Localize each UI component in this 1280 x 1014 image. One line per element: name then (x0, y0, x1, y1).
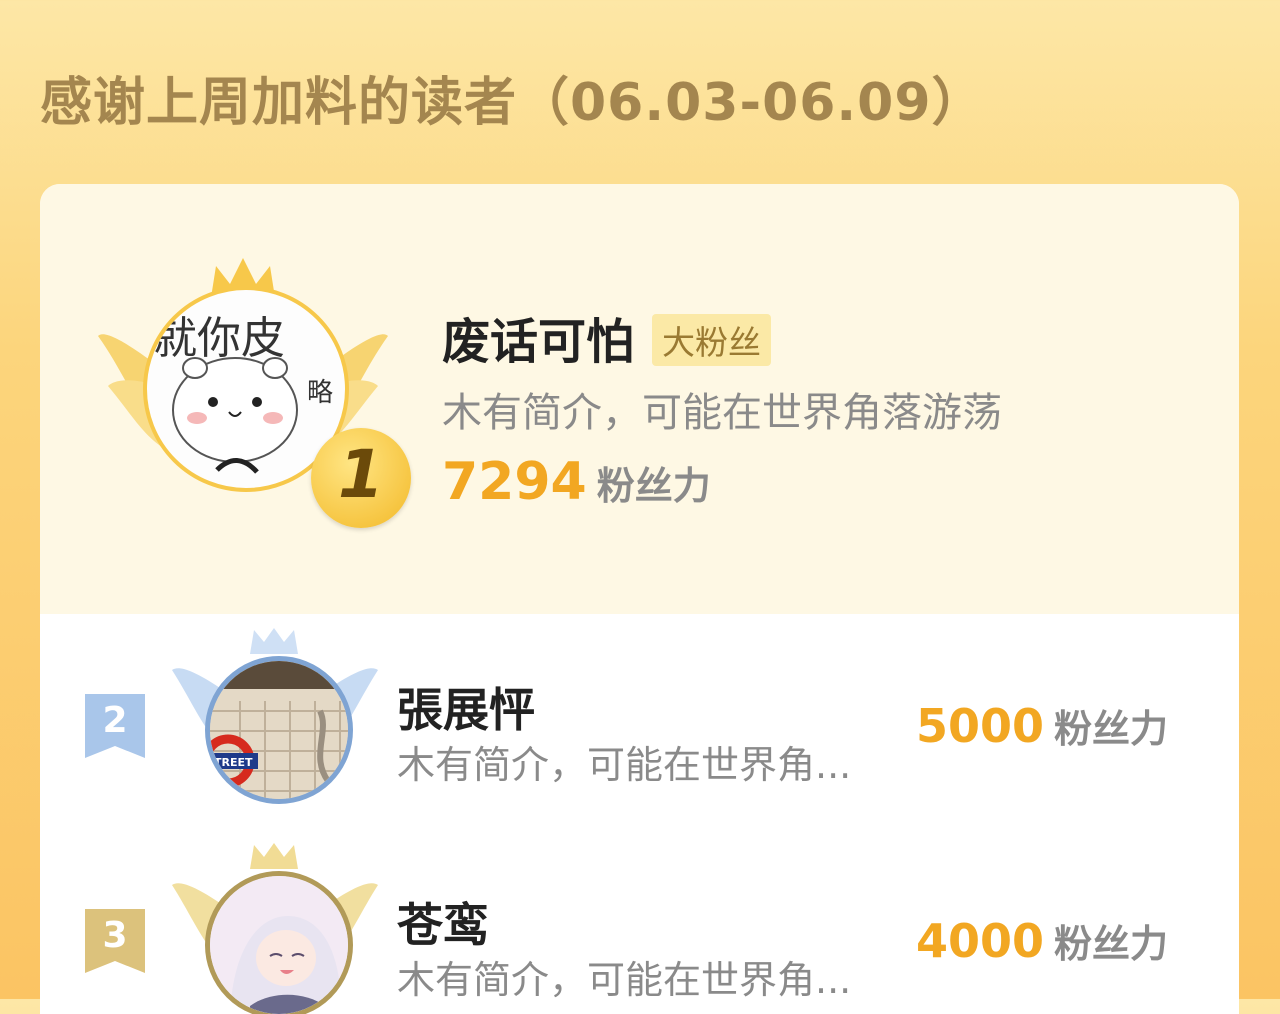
fan-score: 5000 粉丝力 (916, 698, 1168, 753)
page-title: 感谢上周加料的读者（06.03-06.09） (40, 73, 985, 133)
fan-score-unit: 粉丝力 (1054, 707, 1169, 751)
avatar-side-caption: 略 (307, 378, 334, 408)
subway-sign-text: TREET (214, 756, 253, 769)
list-item[interactable]: 3 苍鸾 木有简介，可能在世界角... 4000 粉丝力 (40, 829, 1239, 1014)
top-fan-score-value: 7294 (442, 452, 587, 512)
fan-name[interactable]: 張展怦 (397, 674, 535, 740)
top-fan-card[interactable]: 就你皮 略 1 废话可怕 大粉丝 木有简介，可能在世界角落游荡 7294 粉丝力 (40, 184, 1239, 614)
top-fan-name[interactable]: 废话可怕 (442, 302, 634, 372)
fan-description: 木有简介，可能在世界角... (397, 743, 852, 787)
fan-score-value: 5000 (916, 699, 1045, 753)
rank-3-flag: 3 (85, 909, 145, 973)
anime-character-icon (210, 876, 348, 1014)
rank-2-number: 2 (102, 700, 128, 741)
top-fan-description: 木有简介，可能在世界角落游荡 (442, 390, 1002, 436)
rank-1-number: 1 (338, 436, 384, 513)
avatar[interactable] (205, 871, 353, 1014)
avatar[interactable]: TREET (205, 656, 353, 804)
fan-name[interactable]: 苍鸾 (397, 889, 489, 955)
fan-description: 木有简介，可能在世界角... (397, 958, 852, 1002)
fan-score-unit: 粉丝力 (1054, 922, 1169, 966)
fan-score-value: 4000 (916, 914, 1045, 968)
rank-3-number: 3 (102, 915, 128, 956)
fan-level-badge: 大粉丝 (652, 314, 771, 366)
rank-1-medal: 1 (311, 428, 411, 528)
fan-score: 4000 粉丝力 (916, 913, 1168, 968)
rank-2-flag: 2 (85, 694, 145, 758)
top-fan-score: 7294 粉丝力 (442, 452, 711, 512)
top-fan-score-unit: 粉丝力 (596, 464, 711, 508)
list-item[interactable]: 2 TREET 張展怦 木有简介，可能在世界角... 5000 粉丝力 (40, 614, 1239, 829)
top-fan-avatar-group[interactable]: 就你皮 略 1 (98, 256, 411, 528)
leaderboard-card: 就你皮 略 1 废话可怕 大粉丝 木有简介，可能在世界角落游荡 7294 粉丝力… (40, 184, 1239, 1014)
